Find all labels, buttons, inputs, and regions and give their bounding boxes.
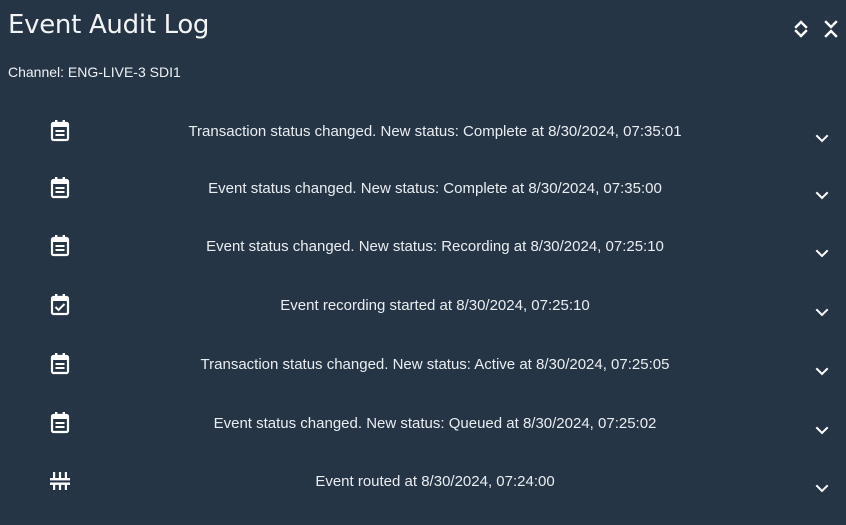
chevron-down-icon[interactable] bbox=[814, 190, 830, 202]
expand-all-button[interactable] bbox=[788, 16, 814, 42]
chevron-down-icon[interactable] bbox=[814, 366, 830, 378]
panel-header: Event Audit Log Channel: ENG-LIVE-3 SDI1 bbox=[0, 0, 846, 100]
event-row[interactable]: Event status changed. New status: Comple… bbox=[0, 157, 846, 219]
chevron-down-icon[interactable] bbox=[814, 483, 830, 495]
calendar-notes-icon bbox=[50, 120, 70, 142]
channel-label: Channel: ENG-LIVE-3 SDI1 bbox=[8, 64, 181, 80]
chevron-down-icon[interactable] bbox=[814, 425, 830, 437]
event-row[interactable]: Event routed at 8/30/2024, 07:24:00 bbox=[0, 450, 846, 512]
unfold-less-icon bbox=[824, 19, 838, 39]
chevron-down-icon[interactable] bbox=[814, 307, 830, 319]
unfold-more-icon bbox=[794, 19, 808, 39]
panel-title: Event Audit Log bbox=[8, 10, 210, 40]
event-row[interactable]: Event status changed. New status: Queued… bbox=[0, 392, 846, 454]
event-text: Event routed at 8/30/2024, 07:24:00 bbox=[315, 473, 555, 490]
event-audit-log-panel: Event Audit Log Channel: ENG-LIVE-3 SDI1 bbox=[0, 0, 846, 525]
event-row[interactable]: Event recording started at 8/30/2024, 07… bbox=[0, 274, 846, 336]
event-row[interactable]: Event status changed. New status: Record… bbox=[0, 215, 846, 277]
calendar-notes-icon bbox=[50, 353, 70, 375]
calendar-notes-icon bbox=[50, 235, 70, 257]
event-text: Event status changed. New status: Queued… bbox=[213, 415, 657, 432]
event-text: Transaction status changed. New status: … bbox=[188, 123, 682, 140]
event-row[interactable]: Transaction status changed. New status: … bbox=[0, 333, 846, 395]
calendar-notes-icon bbox=[50, 412, 70, 434]
chevron-down-icon[interactable] bbox=[814, 248, 830, 260]
calendar-notes-icon bbox=[50, 177, 70, 199]
event-text: Event status changed. New status: Record… bbox=[206, 238, 664, 255]
event-text: Event recording started at 8/30/2024, 07… bbox=[280, 297, 590, 314]
event-list: Transaction status changed. New status: … bbox=[0, 100, 846, 525]
event-text: Transaction status changed. New status: … bbox=[200, 356, 670, 373]
event-text: Event status changed. New status: Comple… bbox=[208, 180, 662, 197]
collapse-all-button[interactable] bbox=[818, 16, 844, 42]
router-icon bbox=[50, 470, 70, 492]
calendar-check-icon bbox=[50, 294, 70, 316]
event-row[interactable]: Transaction status changed. New status: … bbox=[0, 100, 846, 162]
chevron-down-icon[interactable] bbox=[814, 133, 830, 145]
